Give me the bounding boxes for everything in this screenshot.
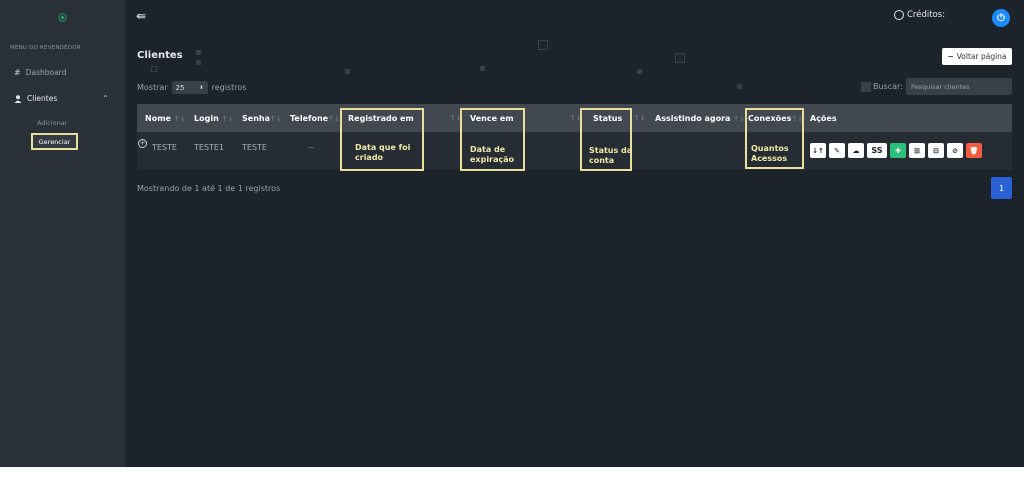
block-icon[interactable]: ⊘	[947, 143, 963, 158]
menu-collapse-icon[interactable]: ⇚	[136, 9, 146, 23]
cell-login: TESTE1	[194, 143, 225, 152]
page-length-value: 25	[175, 83, 185, 92]
minus-square-icon[interactable]: ⊟	[928, 143, 944, 158]
page-length-select[interactable]: 25 ⬍	[171, 81, 208, 94]
decorative-square	[196, 50, 201, 55]
note-status: Status da conta	[589, 146, 633, 165]
show-suffix: registros	[211, 83, 247, 92]
note-vence: Data de expiração	[470, 145, 515, 164]
sidebar-item-clientes[interactable]: Clientes	[14, 94, 57, 103]
note-conexoes: Quantos Acessos	[751, 144, 789, 163]
submenu-gerenciar[interactable]: Gerenciar	[31, 133, 78, 150]
column-header-telefone[interactable]: Telefone↑↓	[290, 114, 340, 123]
decorative-square	[196, 60, 201, 65]
sort-order-icon[interactable]: ↓↑	[810, 143, 826, 158]
cell-nome: TESTE	[152, 143, 177, 152]
table-info: Mostrando de 1 até 1 de 1 registros	[137, 184, 281, 193]
chevron-up-icon[interactable]: ⌃	[102, 94, 109, 103]
cell-senha: TESTE	[242, 143, 267, 152]
add-user-icon[interactable]: ✚	[890, 143, 906, 158]
column-header-senha[interactable]: Senha↑↓	[242, 114, 282, 123]
minus-icon: −	[947, 52, 954, 61]
column-header-nome[interactable]: Nome ↑↓	[145, 114, 185, 123]
decorative-square	[480, 66, 485, 71]
page-length-control: Mostrar 25 ⬍ registros	[137, 81, 246, 94]
page-title: Clientes	[137, 50, 183, 61]
back-button[interactable]: − Voltar página	[942, 48, 1012, 65]
user-icon	[14, 94, 22, 103]
search-input[interactable]	[906, 78, 1012, 95]
trash-icon[interactable]: 🗑	[966, 143, 982, 158]
note-registrado: Data que foi criado	[355, 143, 411, 162]
credits-label: Créditos:	[907, 10, 946, 20]
decorative-square	[737, 84, 742, 89]
plus-square-icon[interactable]: ⊞	[909, 143, 925, 158]
decorative-square	[861, 82, 871, 92]
cell-telefone: --	[308, 143, 314, 152]
back-button-label: Voltar página	[956, 52, 1007, 61]
sort-icon: ↑↓	[173, 115, 186, 123]
credits-icon	[894, 10, 904, 20]
sidebar-item-label: Dashboard	[25, 68, 67, 77]
sidebar-item-dashboard[interactable]: # Dashboard	[14, 68, 66, 77]
credits-display: Créditos:	[894, 10, 945, 20]
search-label: Buscar:	[873, 82, 903, 91]
column-header-assistindo[interactable]: Assistindo agora ↑↓	[655, 114, 745, 123]
logo-icon[interactable]	[58, 13, 67, 22]
app-window: MENU DO REVENDEDOR # Dashboard Clientes …	[0, 0, 1024, 467]
sort-icon: ↑↓	[328, 115, 340, 123]
sidebar: MENU DO REVENDEDOR # Dashboard Clientes …	[0, 0, 125, 467]
ss-button[interactable]: SS	[867, 143, 887, 158]
sort-icon[interactable]: ↑↓	[634, 114, 646, 122]
hash-icon: #	[14, 68, 21, 77]
sort-icon: ↑↓	[269, 115, 282, 123]
cloud-upload-icon[interactable]: ☁	[848, 143, 864, 158]
select-arrows-icon: ⬍	[199, 84, 204, 91]
sort-icon: ↑↓	[221, 115, 234, 123]
row-actions: ↓↑ ✎ ☁ SS ✚ ⊞ ⊟ ⊘ 🗑	[810, 143, 982, 158]
submenu-adicionar[interactable]: Adicionar	[37, 119, 67, 127]
decorative-square	[538, 40, 548, 50]
show-prefix: Mostrar	[137, 83, 168, 92]
decorative-square	[675, 53, 685, 63]
pagination-page-1[interactable]: 1	[991, 177, 1012, 199]
decorative-square	[637, 69, 642, 74]
edit-pencil-icon[interactable]: ✎	[829, 143, 845, 158]
column-header-acoes: Ações	[810, 114, 837, 123]
decorative-square	[345, 69, 350, 74]
sidebar-item-label: Clientes	[27, 94, 58, 103]
power-icon[interactable]: ⏻	[992, 9, 1010, 27]
decorative-square	[151, 66, 157, 72]
expand-row-icon[interactable]: +	[138, 139, 147, 148]
sort-icon: ↑↓	[733, 115, 745, 123]
sidebar-menu-title: MENU DO REVENDEDOR	[10, 45, 81, 51]
column-header-login[interactable]: Login ↑↓	[194, 114, 233, 123]
